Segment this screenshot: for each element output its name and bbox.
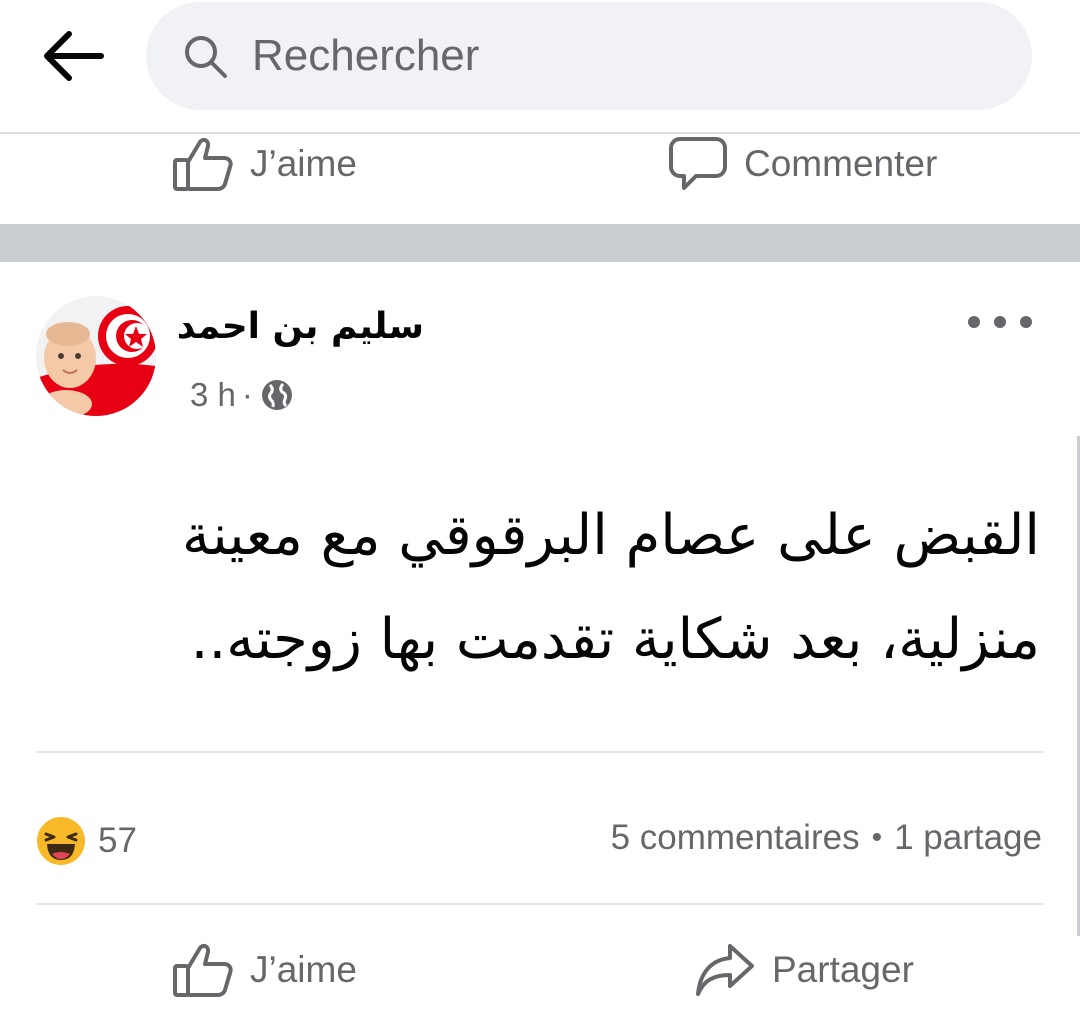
back-button[interactable]: [36, 26, 108, 86]
more-horizontal-icon: [968, 316, 980, 328]
shares-count[interactable]: 1 partage: [894, 818, 1042, 858]
share-label: Partager: [772, 949, 914, 990]
post-text: القبض على عصام البرقوقي مع معينة منزلية،…: [182, 503, 1040, 672]
search-icon: [180, 31, 230, 81]
thumbs-up-icon: [173, 137, 233, 191]
avatar[interactable]: [36, 296, 156, 416]
thumbs-up-icon: [173, 943, 233, 997]
previous-comment-button[interactable]: Commenter: [668, 134, 937, 194]
comment-bubble-icon: [669, 137, 727, 190]
comments-count[interactable]: 5 commentaires: [611, 818, 860, 858]
reactions-summary[interactable]: 57: [36, 816, 137, 866]
more-dot: [1020, 316, 1032, 328]
post-card: سليم بن احمد 3 h · القبض على عصام البرقو…: [0, 262, 1080, 1019]
search-input[interactable]: [252, 26, 972, 86]
arrow-left-icon: [44, 31, 104, 81]
haha-emoji-icon: [37, 817, 85, 865]
previous-like-button[interactable]: J’aime: [172, 136, 357, 192]
post-divider: [36, 903, 1044, 905]
post-stats: 5 commentaires • 1 partage: [611, 818, 1042, 858]
like-label: J’aime: [250, 949, 357, 990]
previous-like-label: J’aime: [250, 143, 357, 184]
search-box[interactable]: [146, 2, 1032, 110]
post-divider: [36, 751, 1044, 753]
more-dot: [994, 316, 1006, 328]
top-search-bar: [0, 0, 1080, 132]
globe-icon: [261, 379, 293, 411]
more-options-button[interactable]: [968, 302, 1032, 342]
post-meta: 3 h ·: [190, 376, 293, 414]
like-button[interactable]: J’aime: [172, 942, 357, 998]
stats-separator: •: [871, 821, 883, 854]
share-arrow-icon: [696, 944, 754, 996]
feed-separator: [0, 224, 1080, 262]
post-time[interactable]: 3 h: [190, 376, 236, 414]
share-button[interactable]: Partager: [694, 942, 914, 998]
meta-separator: ·: [241, 376, 253, 413]
previous-comment-label: Commenter: [744, 143, 938, 184]
author-name[interactable]: سليم بن احمد: [177, 306, 424, 347]
previous-post-actions: J’aime Commenter: [0, 134, 1080, 224]
reaction-count: 57: [98, 821, 137, 860]
